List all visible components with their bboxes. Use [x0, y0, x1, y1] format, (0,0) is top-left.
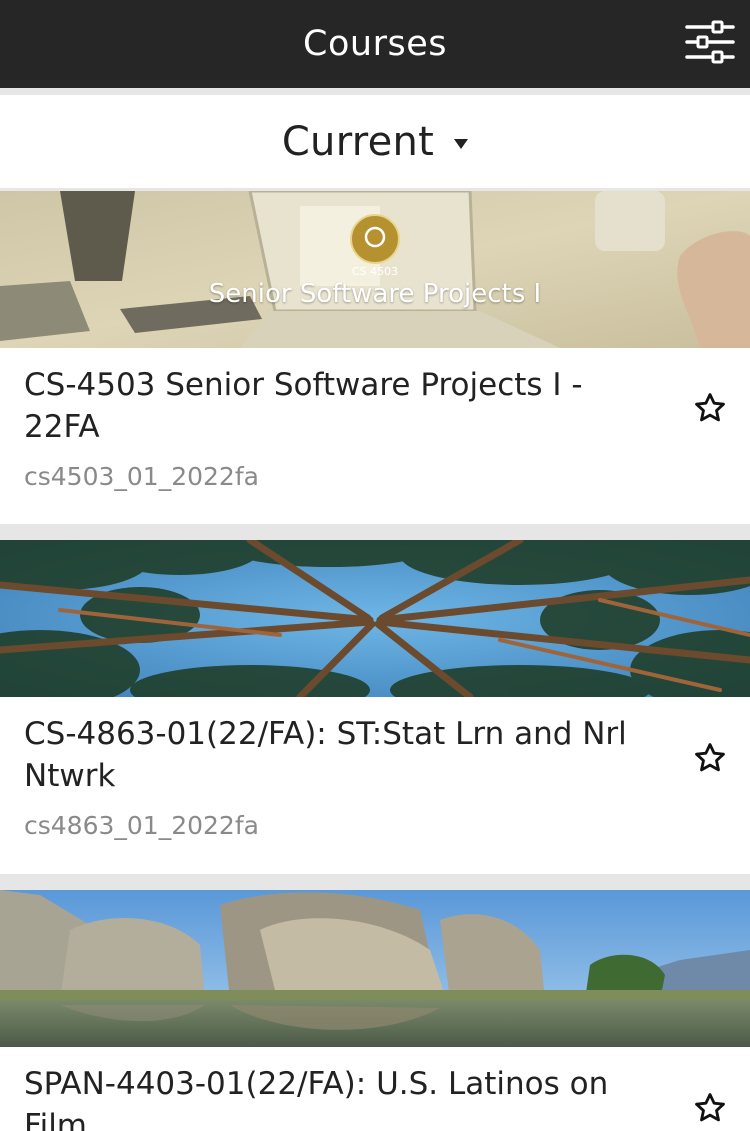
sliders-icon — [685, 20, 735, 64]
course-title: CS-4503 Senior Software Projects I - 22F… — [24, 367, 583, 445]
star-outline-icon — [695, 743, 725, 772]
course-banner-image — [0, 890, 750, 1047]
favorite-star-button[interactable] — [690, 1088, 730, 1128]
rocks-lake-image — [0, 890, 750, 1047]
filter-button[interactable] — [684, 16, 736, 68]
course-card[interactable]: CS-4863-01(22/FA): ST:Stat Lrn and Nrl N… — [0, 540, 750, 874]
course-banner-image: CS 4503 Senior Software Projects I — [0, 191, 750, 348]
course-info: CS-4863-01(22/FA): ST:Stat Lrn and Nrl N… — [0, 697, 750, 840]
forest-canopy-image — [0, 540, 750, 697]
term-selector[interactable]: Current — [0, 95, 750, 188]
favorite-star-button[interactable] — [690, 738, 730, 778]
course-card[interactable]: CS 4503 Senior Software Projects I CS-45… — [0, 191, 750, 524]
course-info: SPAN-4403-01(22/FA): U.S. Latinos on Fil… — [0, 1047, 750, 1131]
banner-heading: Senior Software Projects I — [208, 279, 542, 309]
course-code: cs4503_01_2022fa — [24, 462, 259, 491]
course-info: CS-4503 Senior Software Projects I - 22F… — [0, 348, 750, 491]
course-title: SPAN-4403-01(22/FA): U.S. Latinos on Fil… — [24, 1066, 609, 1131]
caret-down-icon — [454, 138, 469, 149]
course-card[interactable]: SPAN-4403-01(22/FA): U.S. Latinos on Fil… — [0, 890, 750, 1131]
favorite-star-button[interactable] — [690, 388, 730, 428]
course-title: CS-4863-01(22/FA): ST:Stat Lrn and Nrl N… — [24, 716, 627, 794]
course-banner-image — [0, 540, 750, 697]
app-bar: Courses — [0, 0, 750, 88]
star-outline-icon — [695, 1093, 725, 1122]
term-selected-label: Current — [281, 118, 435, 165]
page-title: Courses — [303, 24, 447, 64]
banner-badge: CS 4503 — [351, 265, 399, 278]
star-outline-icon — [695, 393, 725, 422]
course-code: cs4863_01_2022fa — [24, 811, 259, 840]
